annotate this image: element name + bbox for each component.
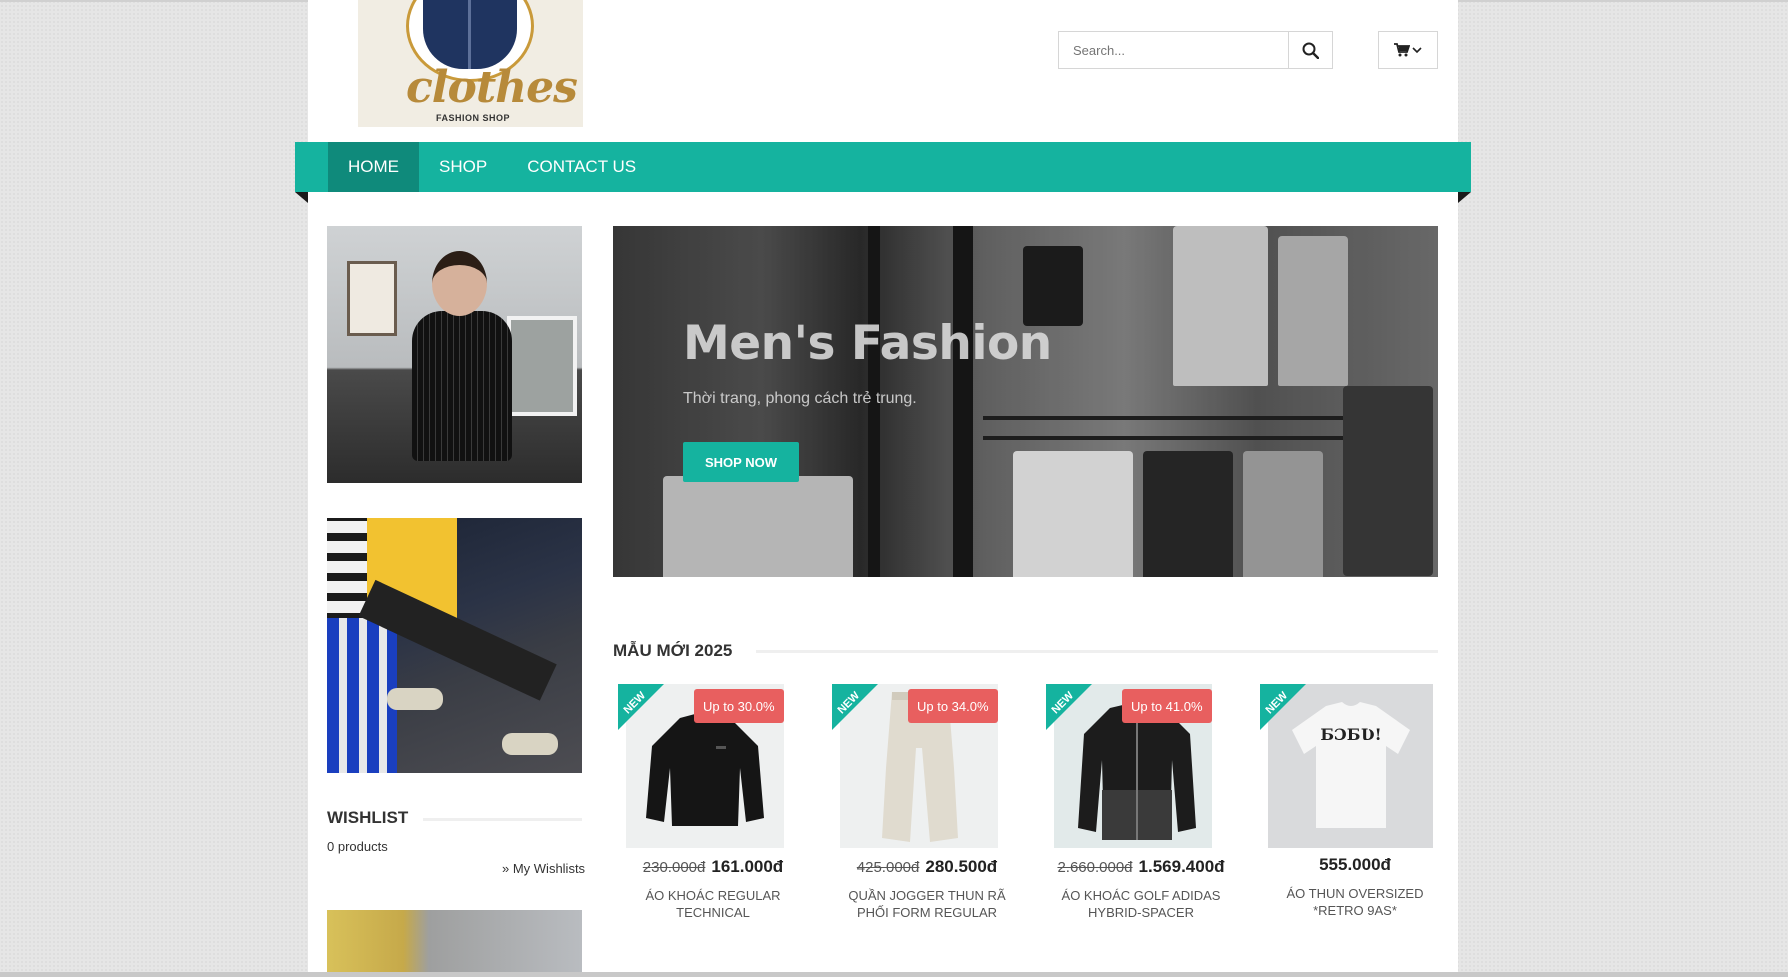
divider [423,818,582,821]
cart-button[interactable] [1378,31,1438,69]
old-price: 425.000đ [856,859,920,876]
promo-image-city[interactable] [327,910,582,972]
bottom-border [0,972,1788,977]
price: 161.000đ [711,857,784,876]
logo-brand: clothes [406,62,578,113]
product-name[interactable]: ÁO THUN OVERSIZED *RETRO 9AS* [1260,885,1450,919]
product-card[interactable]: NEW Up to 34.0% 425.000đ 280.500đ QUẦN JO… [832,684,1022,934]
product-image[interactable]: ƂƆƂƲ! [1268,684,1433,848]
nav-item-home[interactable]: HOME [328,142,419,192]
hero-subtitle: Thời trang, phong cách trẻ trung. [683,390,917,407]
price: 555.000đ [1319,855,1391,874]
product-card[interactable]: ƂƆƂƲ! NEW 555.000đ ÁO THUN OVERSIZED *RE… [1260,684,1450,934]
logo-tagline: FASHION SHOP [436,113,511,123]
price-row: 2.660.000đ 1.569.400đ [1046,857,1236,877]
search-bar [1058,31,1333,69]
cart-icon [1394,43,1410,57]
discount-badge: Up to 41.0% [1122,689,1212,723]
hero-title: Men's Fashion [683,316,1052,371]
product-name[interactable]: ÁO KHOÁC GOLF ADIDAS HYBRID-SPACER [1046,887,1236,921]
nav-fold-right [1458,192,1471,203]
shop-now-button[interactable]: SHOP NOW [683,442,799,482]
price: 1.569.400đ [1138,857,1225,876]
search-button[interactable] [1288,32,1332,68]
wishlist-title: WISHLIST [327,808,409,827]
discount-badge: Up to 30.0% [694,689,784,723]
main-nav: HOME SHOP CONTACT US [295,142,1471,192]
hero-banner: Men's Fashion Thời trang, phong cách trẻ… [613,226,1438,577]
nav-item-contact[interactable]: CONTACT US [507,142,656,192]
promo-image-street[interactable] [327,518,582,773]
promo-image-model[interactable] [327,226,582,483]
svg-text:ƂƆƂƲ!: ƂƆƂƲ! [1320,725,1381,744]
search-icon [1302,42,1319,59]
old-price: 230.000đ [642,859,706,876]
product-name[interactable]: QUẦN JOGGER THUN RÃ PHỐI FORM REGULAR [832,887,1022,921]
old-price: 2.660.000đ [1057,859,1133,876]
section-title: MẪU MỚI 2025 [613,641,733,660]
discount-badge: Up to 34.0% [908,689,998,723]
site-logo[interactable]: clothes FASHION SHOP [358,0,583,127]
product-card[interactable]: NEW Up to 30.0% 230.000đ 161.000đ ÁO KHOÁ… [618,684,808,934]
divider [756,650,1438,653]
nav-item-shop[interactable]: SHOP [419,142,507,192]
search-input[interactable] [1059,32,1288,68]
price-row: 230.000đ 161.000đ [618,857,808,877]
nav-fold-left [295,192,308,203]
chevron-down-icon [1412,47,1422,54]
price: 280.500đ [925,857,998,876]
price-row: 555.000đ [1260,855,1450,875]
product-card[interactable]: NEW Up to 41.0% 2.660.000đ 1.569.400đ ÁO … [1046,684,1236,934]
wishlist-count: 0 products [327,839,388,854]
product-name[interactable]: ÁO KHOÁC REGULAR TECHNICAL [618,887,808,921]
price-row: 425.000đ 280.500đ [832,857,1022,877]
my-wishlists-link[interactable]: » My Wishlists [502,861,585,876]
